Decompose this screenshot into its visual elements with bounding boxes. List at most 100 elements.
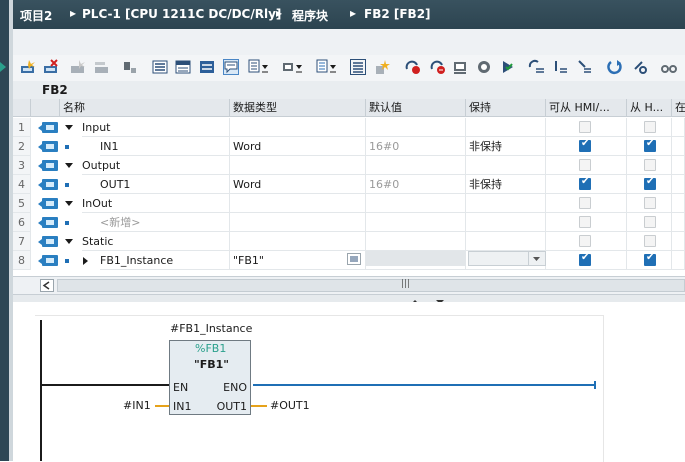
breadcrumb-block[interactable]: FB2 [FB2] <box>364 7 431 21</box>
datatype-cell[interactable]: Word <box>230 175 366 194</box>
row-number[interactable]: 7 <box>13 232 31 251</box>
outline-list-icon[interactable] <box>350 59 366 75</box>
insert-row-grey-icon[interactable] <box>70 59 86 75</box>
expand-icon[interactable] <box>83 257 88 265</box>
table-blue-icon[interactable] <box>199 59 215 75</box>
name-cell[interactable]: Input <box>82 118 230 137</box>
table-row[interactable]: 3 Output <box>13 156 685 175</box>
table-row[interactable]: 5 InOut <box>13 194 685 213</box>
collapse-icon[interactable] <box>65 163 73 168</box>
datatype-cell[interactable]: Word <box>230 137 366 156</box>
default-cell[interactable]: 16#0 <box>366 175 466 194</box>
hmi-access-checkbox[interactable] <box>579 138 591 152</box>
splitter-down-icon[interactable] <box>433 295 447 304</box>
insert-row-icon[interactable] <box>20 59 36 75</box>
hmi-visible-checkbox[interactable] <box>644 176 656 190</box>
row-number[interactable]: 6 <box>13 213 31 232</box>
datatype-cell[interactable] <box>230 156 366 175</box>
breadcrumb-program-blocks[interactable]: 程序块 <box>292 7 328 24</box>
start-values-icon[interactable] <box>553 59 569 75</box>
hmi-visible-checkbox[interactable] <box>644 197 656 209</box>
horizontal-scrollbar[interactable]: ||| <box>13 276 685 295</box>
header-name[interactable]: 名称 <box>60 99 230 117</box>
monitor-icon[interactable] <box>452 59 468 75</box>
comment-icon[interactable] <box>223 59 239 75</box>
plug-icon[interactable] <box>122 59 138 75</box>
hmi-access-checkbox[interactable] <box>579 197 591 209</box>
default-cell[interactable] <box>366 156 466 175</box>
datatype-cell[interactable] <box>230 213 366 232</box>
name-cell[interactable]: Static <box>82 232 230 251</box>
snapshot-icon[interactable] <box>476 59 492 75</box>
name-cell[interactable]: IN1 <box>100 137 230 156</box>
table-row[interactable]: 2 IN1 Word 16#0 非保持 <box>13 137 685 156</box>
breadcrumb-plc[interactable]: PLC-1 [CPU 1211C DC/DC/Rly] <box>82 7 281 21</box>
row-number[interactable]: 2 <box>13 137 31 156</box>
table-icon[interactable] <box>175 59 191 75</box>
table-row[interactable]: 7 Static <box>13 232 685 251</box>
breadcrumb-project[interactable]: 项目2 <box>20 7 52 24</box>
header-retain[interactable]: 保持 <box>466 99 546 117</box>
name-cell[interactable]: Output <box>82 156 230 175</box>
network-down-icon[interactable] <box>282 59 302 75</box>
retain-cell[interactable]: 非保持 <box>466 175 546 194</box>
name-cell[interactable]: <新增> <box>100 213 230 232</box>
default-cell[interactable]: 16#0 <box>366 137 466 156</box>
name-cell[interactable]: InOut <box>82 194 230 213</box>
collapse-icon[interactable] <box>65 125 73 130</box>
row-number[interactable]: 1 <box>13 118 31 137</box>
hmi-access-checkbox[interactable] <box>579 176 591 190</box>
header-datatype[interactable]: 数据类型 <box>230 99 366 117</box>
table-row[interactable]: 8 FB1_Instance "FB1" <box>13 251 685 270</box>
datatype-cell[interactable] <box>230 194 366 213</box>
download-check-icon[interactable] <box>500 59 516 75</box>
dropdown-arrow-icon[interactable] <box>528 252 544 265</box>
datatype-picker-icon[interactable] <box>347 253 361 265</box>
table-row[interactable]: 1 Input <box>13 118 685 137</box>
header-default[interactable]: 默认值 <box>366 99 466 117</box>
instance-label[interactable]: #FB1_Instance <box>170 322 252 335</box>
row-number[interactable]: 8 <box>13 251 31 270</box>
glasses-icon[interactable] <box>661 59 677 75</box>
hmi-access-checkbox[interactable] <box>579 235 591 247</box>
header-hmi-visible[interactable]: 从 H... <box>627 99 672 117</box>
hmi-visible-checkbox[interactable] <box>644 235 656 247</box>
default-cell[interactable] <box>366 213 466 232</box>
interface-down-icon[interactable] <box>316 59 336 75</box>
arrow-icon[interactable] <box>0 59 6 75</box>
header-hmi-access[interactable]: 可从 HMI/... <box>546 99 627 117</box>
datatype-cell[interactable]: "FB1" <box>230 251 366 270</box>
hmi-visible-checkbox[interactable] <box>644 252 656 266</box>
add-row-grey-icon[interactable] <box>94 59 110 75</box>
refresh-icon[interactable] <box>607 59 623 75</box>
collapse-icon[interactable] <box>65 239 73 244</box>
header-setpoint[interactable]: 在 <box>672 99 685 117</box>
block-call-name[interactable]: "FB1" <box>194 358 229 371</box>
network-error-icon[interactable] <box>405 59 421 75</box>
retain-cell[interactable] <box>466 194 546 213</box>
row-number[interactable]: 4 <box>13 175 31 194</box>
retain-cell[interactable] <box>466 118 546 137</box>
star-wand-icon[interactable] <box>374 59 390 75</box>
hmi-access-checkbox[interactable] <box>579 159 591 171</box>
name-cell[interactable]: FB1_Instance <box>100 251 230 270</box>
scroll-thumb[interactable]: ||| <box>57 279 685 292</box>
table-row[interactable]: 4 OUT1 Word 16#0 非保持 <box>13 175 685 194</box>
hmi-visible-checkbox[interactable] <box>644 216 656 228</box>
name-cell[interactable]: OUT1 <box>100 175 230 194</box>
expand-down-icon[interactable] <box>248 59 268 75</box>
hmi-access-checkbox[interactable] <box>579 252 591 266</box>
hmi-visible-checkbox[interactable] <box>644 138 656 152</box>
snapshot-values-icon[interactable] <box>528 59 544 75</box>
eno-wire[interactable] <box>253 384 595 386</box>
hmi-visible-checkbox[interactable] <box>644 121 656 133</box>
retain-cell[interactable] <box>466 232 546 251</box>
fb1-call-box[interactable]: %FB1 "FB1" EN ENO IN1 OUT1 <box>169 340 251 415</box>
retain-cell[interactable] <box>466 156 546 175</box>
row-number[interactable]: 5 <box>13 194 31 213</box>
default-cell[interactable] <box>366 232 466 251</box>
copy-values-icon[interactable] <box>577 59 593 75</box>
retain-cell[interactable] <box>466 213 546 232</box>
collapse-icon[interactable] <box>65 201 73 206</box>
link-icon[interactable] <box>632 59 648 75</box>
